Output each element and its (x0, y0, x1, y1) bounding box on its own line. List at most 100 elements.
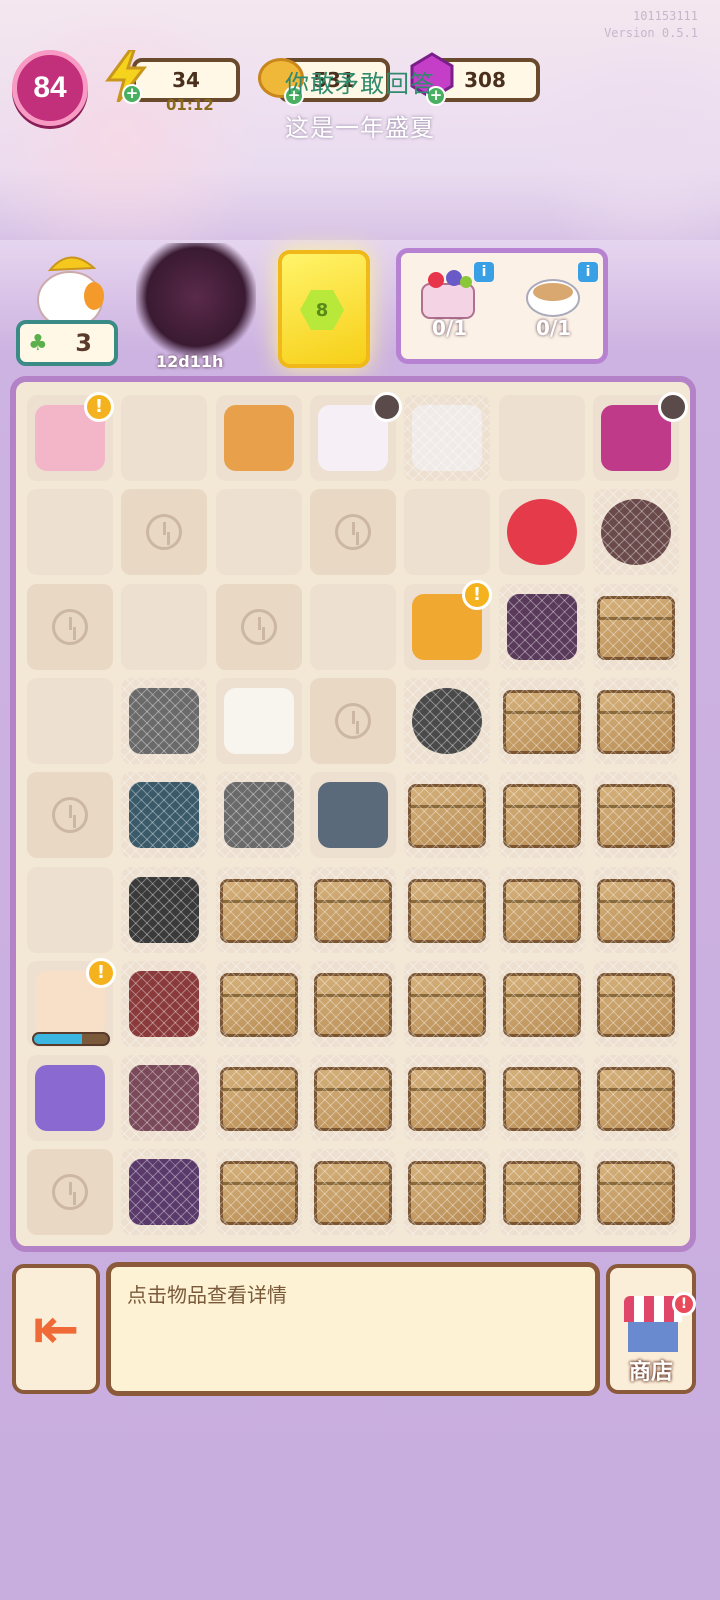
shop-button[interactable]: 商店 (606, 1264, 696, 1394)
board-cell-web-stump[interactable] (592, 489, 679, 576)
board-cell-box[interactable] (215, 1149, 302, 1236)
board-cell-box[interactable] (592, 960, 679, 1047)
board-cell-box[interactable] (498, 1149, 585, 1236)
board-cell-web-knight[interactable] (121, 866, 208, 953)
board-cell-jam-jar[interactable] (215, 395, 302, 481)
board-cell-box[interactable] (498, 1055, 585, 1142)
board-cell-box[interactable] (592, 583, 679, 670)
clover-icon: ♣ (28, 331, 48, 356)
board-cell-box[interactable] (309, 1055, 396, 1142)
cobweb-overlay (498, 960, 585, 1047)
board-cell-lock[interactable] (27, 772, 113, 859)
cobweb-overlay (498, 677, 585, 764)
board-cell-box[interactable] (215, 866, 302, 953)
board-cell-lock[interactable] (27, 1149, 113, 1236)
dark-tree-event-icon[interactable] (136, 243, 256, 363)
cobweb-overlay (121, 677, 208, 764)
board-cell-box[interactable] (404, 1149, 491, 1236)
cobweb-overlay (121, 772, 208, 859)
board-cell-coffee-cup[interactable] (215, 677, 302, 764)
board-cell-box[interactable] (309, 1149, 396, 1236)
cobweb-overlay (121, 1149, 208, 1236)
board-cell-strawberry[interactable] (498, 489, 585, 576)
order-1-progress: 0/1 (432, 316, 468, 340)
duck-worker-icon[interactable] (20, 240, 120, 330)
locked-clock-icon (52, 797, 88, 834)
board-cell-web-statue[interactable] (121, 677, 208, 764)
board-cell-box[interactable] (592, 1149, 679, 1236)
board-cell-lock[interactable] (309, 489, 396, 576)
board-cell-empty[interactable] (309, 583, 396, 670)
board-cell-box[interactable] (498, 960, 585, 1047)
board-cell-box[interactable] (498, 677, 585, 764)
cobweb-overlay (592, 960, 679, 1047)
event-timer: 12d11h (156, 352, 224, 371)
cobweb-overlay (498, 1055, 585, 1142)
cobweb-overlay (309, 1055, 396, 1142)
board-cell-box[interactable] (592, 677, 679, 764)
cobweb-overlay (404, 1149, 491, 1236)
board-cell-lock[interactable] (27, 583, 113, 670)
cobweb-overlay (215, 1055, 302, 1142)
board-cell-web-soldier[interactable] (121, 960, 208, 1047)
board-cell-web-pot[interactable] (404, 677, 491, 764)
cobweb-overlay (309, 1149, 396, 1236)
waffle-alert-badge: ! (462, 580, 492, 610)
board-cell-empty[interactable] (27, 677, 113, 764)
board-cell-empty[interactable] (404, 489, 491, 576)
cobweb-overlay (215, 1149, 302, 1236)
latte-cup-icon[interactable] (520, 270, 586, 322)
coffee-cup-icon (223, 687, 294, 754)
board-cell-lock[interactable] (215, 583, 302, 670)
cobweb-overlay (121, 1055, 208, 1142)
board-cell-empty[interactable] (121, 395, 208, 481)
board-cell-box[interactable] (498, 772, 585, 859)
item-info-panel: 点击物品查看详情 (106, 1262, 600, 1396)
board-cell-box[interactable] (404, 1055, 491, 1142)
board-cell-web-statue[interactable] (215, 772, 302, 859)
board-cell-web-purple-bag[interactable] (498, 583, 585, 670)
board-cell-box[interactable] (592, 1055, 679, 1142)
board-cell-box[interactable] (592, 772, 679, 859)
board-cell-teapot[interactable] (309, 772, 396, 859)
cobweb-overlay (404, 1055, 491, 1142)
board-cell-box[interactable] (498, 866, 585, 953)
board-cell-box[interactable] (592, 866, 679, 953)
board-cell-cream-bowl[interactable] (27, 1055, 113, 1142)
board-cell-web-rat[interactable] (121, 1055, 208, 1142)
locked-clock-icon (52, 1174, 88, 1211)
board-cell-web-ghost[interactable] (121, 772, 208, 859)
pancake-alert-badge: ! (86, 958, 116, 988)
board-cell-box[interactable] (309, 960, 396, 1047)
shop-alert-badge: ! (672, 1292, 696, 1316)
cobweb-overlay (215, 866, 302, 953)
board-cell-web-blob[interactable] (121, 1149, 208, 1236)
board-cell-box[interactable] (404, 772, 491, 859)
cobweb-overlay (309, 960, 396, 1047)
shop-label: 商店 (628, 1360, 673, 1385)
cobweb-overlay (404, 677, 491, 764)
cobweb-overlay (592, 489, 679, 576)
board-cell-box[interactable] (404, 960, 491, 1047)
board-cell-empty[interactable] (215, 489, 302, 576)
board-cell-empty[interactable] (27, 866, 113, 953)
board-cell-empty[interactable] (27, 489, 113, 576)
board-cell-lock[interactable] (309, 677, 396, 764)
board-cell-box[interactable] (215, 960, 302, 1047)
cobweb-overlay (404, 866, 491, 953)
board-cell-box[interactable] (404, 866, 491, 953)
build-id: 101153111 (632, 9, 698, 23)
shop-building-icon (628, 1322, 678, 1352)
board-cell-lock[interactable] (121, 489, 208, 576)
board-cell-empty[interactable] (498, 395, 585, 481)
pancake-progress-fill (34, 1034, 83, 1044)
fruit-cake-icon[interactable] (414, 262, 482, 322)
board-cell-box[interactable] (215, 1055, 302, 1142)
order-1-info-button[interactable]: i (474, 262, 494, 282)
exit-button[interactable]: ⇤ (12, 1264, 100, 1394)
board-cell-box[interactable] (309, 866, 396, 953)
generator-alert-badge: ! (84, 392, 114, 422)
order-2-info-button[interactable]: i (578, 262, 598, 282)
board-cell-empty[interactable] (121, 583, 208, 670)
board-cell-cobweb[interactable] (404, 395, 491, 481)
